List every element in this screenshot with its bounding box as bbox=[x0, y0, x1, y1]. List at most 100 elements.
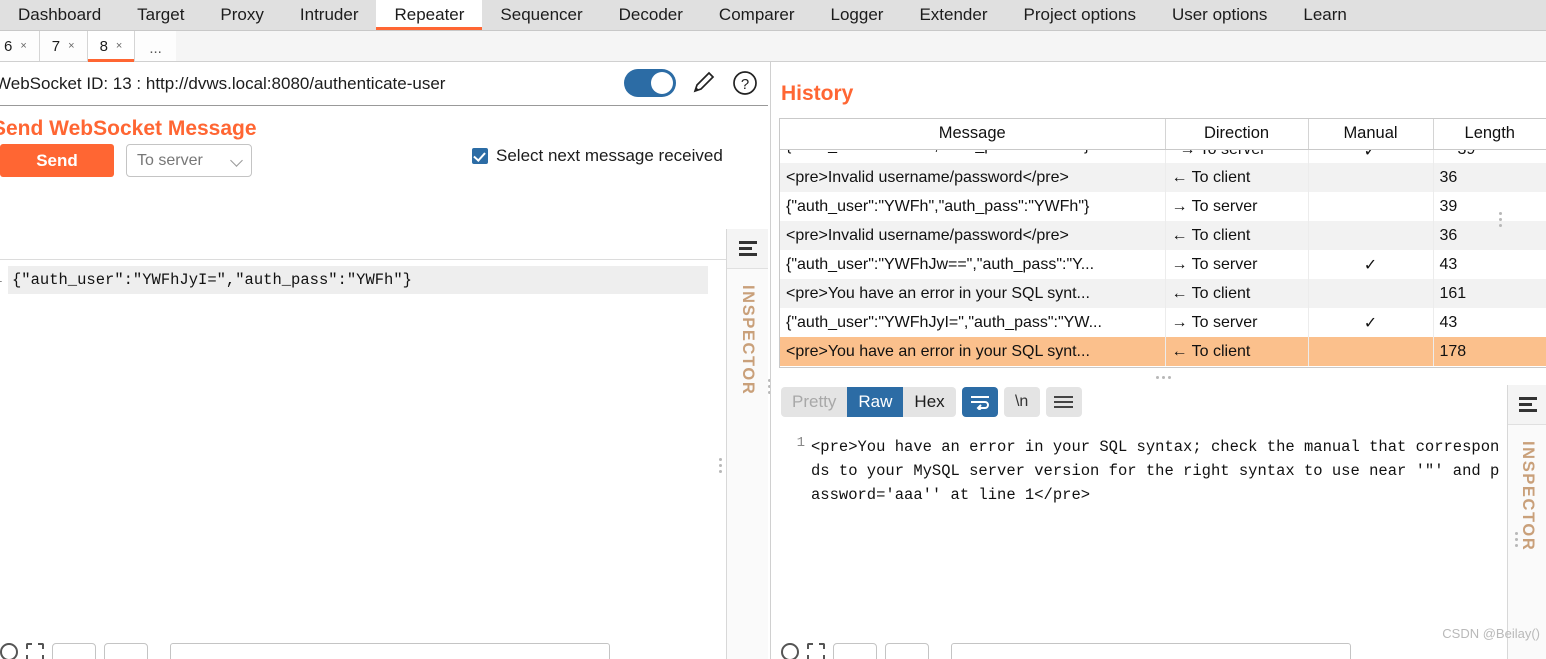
match-nav-box[interactable] bbox=[104, 643, 148, 659]
main-tab-label: Target bbox=[137, 5, 185, 24]
history-pane-grip[interactable] bbox=[1499, 212, 1502, 227]
main-tab-label: Proxy bbox=[220, 5, 264, 24]
repeater-tab-6[interactable]: 6 × bbox=[0, 31, 40, 61]
word-wrap-icon[interactable] bbox=[961, 387, 998, 417]
request-editor[interactable]: 1 {"auth_user":"YWFhJyI=","auth_pass":"Y… bbox=[0, 259, 726, 659]
row-length: 43 bbox=[1439, 313, 1458, 331]
hamburger-menu-icon[interactable] bbox=[1045, 387, 1082, 417]
response-pretty-button[interactable]: Pretty bbox=[781, 387, 847, 417]
row-length: 178 bbox=[1433, 337, 1546, 366]
history-table[interactable]: Message Direction Manual Length {"auth_u… bbox=[779, 118, 1546, 368]
pencil-icon[interactable] bbox=[688, 68, 718, 98]
row-manual bbox=[1308, 337, 1434, 366]
inspector-label: INSPECTOR bbox=[1519, 441, 1537, 552]
column-header-message[interactable]: Message bbox=[780, 119, 1166, 150]
select-next-message-checkbox-row[interactable]: Select next message received bbox=[472, 146, 723, 166]
response-inspector-strip[interactable]: INSPECTOR bbox=[1507, 385, 1546, 659]
response-pane-grip[interactable] bbox=[1515, 532, 1518, 547]
splitter-grip[interactable] bbox=[1155, 375, 1171, 379]
main-tab-dashboard[interactable]: Dashboard bbox=[0, 0, 119, 30]
response-line-number: 1 bbox=[796, 435, 805, 451]
direction-dropdown[interactable]: To server bbox=[126, 144, 252, 177]
row-length: 43 bbox=[1439, 255, 1458, 273]
match-count-box[interactable] bbox=[833, 643, 877, 659]
main-tab-decoder[interactable]: Decoder bbox=[601, 0, 701, 30]
response-body-text[interactable]: <pre>You have an error in your SQL synta… bbox=[811, 435, 1501, 507]
close-icon[interactable]: × bbox=[116, 40, 122, 52]
row-manual: ✓ bbox=[1308, 250, 1434, 279]
main-tab-comparer[interactable]: Comparer bbox=[701, 0, 813, 30]
response-editor[interactable]: 1 <pre>You have an error in your SQL syn… bbox=[779, 427, 1507, 657]
table-row[interactable]: {"auth_user":"YWFhJyI=","auth_pass":"YW.… bbox=[780, 308, 1546, 337]
inspector-toggle-icon[interactable] bbox=[727, 229, 768, 269]
row-direction: ← To client bbox=[1165, 221, 1309, 250]
send-button[interactable]: Send bbox=[0, 144, 114, 177]
column-header-length[interactable]: Length bbox=[1433, 119, 1546, 150]
close-icon[interactable]: × bbox=[20, 40, 26, 52]
row-direction: → To server bbox=[1165, 308, 1309, 337]
table-row[interactable]: <pre>Invalid username/password</pre> ← T… bbox=[780, 163, 1546, 192]
row-direction: ← To client bbox=[1165, 163, 1309, 192]
main-tab-target[interactable]: Target bbox=[119, 0, 202, 30]
main-tab-user-options[interactable]: User options bbox=[1154, 0, 1285, 30]
search-input[interactable] bbox=[951, 643, 1351, 659]
table-row[interactable]: <pre>Invalid username/password</pre> ← T… bbox=[780, 221, 1546, 250]
column-header-direction[interactable]: Direction bbox=[1165, 119, 1309, 150]
history-header-row: Message Direction Manual Length bbox=[780, 119, 1546, 150]
match-count-box[interactable] bbox=[52, 643, 96, 659]
response-raw-button[interactable]: Raw bbox=[847, 387, 904, 417]
request-body-text[interactable]: {"auth_user":"YWFhJyI=","auth_pass":"YWF… bbox=[8, 266, 708, 294]
main-tab-repeater[interactable]: Repeater bbox=[376, 0, 483, 30]
repeater-tab-7[interactable]: 7 × bbox=[39, 31, 88, 61]
table-row[interactable]: {"auth_user":"YWFh","auth_pass":"YWFh"} … bbox=[780, 192, 1546, 221]
search-icon[interactable] bbox=[781, 643, 799, 659]
main-tab-label: Decoder bbox=[618, 5, 683, 24]
search-input[interactable] bbox=[170, 643, 610, 659]
main-tab-sequencer[interactable]: Sequencer bbox=[482, 0, 600, 30]
main-tab-label: User options bbox=[1171, 5, 1268, 24]
history-response-splitter[interactable] bbox=[779, 370, 1546, 384]
inspector-toggle-icon[interactable] bbox=[1508, 385, 1546, 425]
main-tab-logger[interactable]: Logger bbox=[813, 0, 902, 30]
match-nav-box[interactable] bbox=[885, 643, 929, 659]
main-tab-project-options[interactable]: Project options bbox=[1006, 0, 1154, 30]
main-tab-intruder[interactable]: Intruder bbox=[282, 0, 377, 30]
table-row[interactable]: {"auth_user":"YWFh","auth_pass":"YWFh"} … bbox=[780, 149, 1546, 163]
request-editor-grip[interactable] bbox=[719, 458, 722, 473]
close-icon[interactable]: × bbox=[68, 40, 74, 52]
row-message: {"auth_user":"YWFh","auth_pass":"YWFh"} bbox=[780, 192, 1166, 221]
chevron-down-icon bbox=[230, 154, 243, 167]
intercept-toggle[interactable] bbox=[624, 69, 676, 97]
row-message: <pre>Invalid username/password</pre> bbox=[780, 163, 1166, 192]
question-mark-icon[interactable]: ? bbox=[730, 68, 760, 98]
websocket-request-pane: WebSocket ID: 13 : http://dvws.local:808… bbox=[0, 62, 771, 659]
row-direction: ← To client bbox=[1165, 279, 1309, 308]
main-tab-learn[interactable]: Learn bbox=[1285, 0, 1364, 30]
repeater-tab-overflow[interactable]: ... bbox=[135, 31, 176, 61]
main-tab-bar: Dashboard Target Proxy Intruder Repeater… bbox=[0, 0, 1546, 31]
main-tab-label: Extender bbox=[919, 5, 988, 24]
table-row[interactable]: <pre>You have an error in your SQL synt.… bbox=[780, 279, 1546, 308]
row-message: {"auth_user":"YWFhJw==","auth_pass":"Y..… bbox=[780, 250, 1166, 279]
row-message: <pre>You have an error in your SQL synt.… bbox=[780, 337, 1166, 366]
inspector-lines-icon bbox=[1518, 397, 1537, 412]
response-hex-button[interactable]: Hex bbox=[903, 387, 955, 417]
main-tab-extender[interactable]: Extender bbox=[901, 0, 1005, 30]
filter-icon[interactable] bbox=[26, 643, 44, 659]
repeater-tab-8[interactable]: 8 × bbox=[87, 31, 136, 62]
row-manual bbox=[1308, 279, 1434, 308]
select-next-message-checkbox[interactable] bbox=[472, 148, 488, 164]
burp-suite-window: Dashboard Target Proxy Intruder Repeater… bbox=[0, 0, 1546, 659]
send-websocket-message-title: Send WebSocket Message bbox=[0, 117, 257, 140]
table-row[interactable]: {"auth_user":"YWFhJw==","auth_pass":"Y..… bbox=[780, 250, 1546, 279]
table-row-selected[interactable]: <pre>You have an error in your SQL synt.… bbox=[780, 337, 1546, 366]
column-header-manual[interactable]: Manual bbox=[1308, 119, 1434, 150]
request-inspector-strip[interactable]: INSPECTOR bbox=[726, 229, 768, 659]
newline-toggle-button[interactable]: \n bbox=[1003, 387, 1040, 417]
search-icon[interactable] bbox=[0, 643, 18, 659]
filter-icon[interactable] bbox=[807, 643, 825, 659]
row-direction: → To server bbox=[1165, 250, 1309, 279]
repeater-tab-label: 6 bbox=[4, 37, 13, 55]
main-tab-proxy[interactable]: Proxy bbox=[202, 0, 281, 30]
row-length: 39 bbox=[1439, 197, 1458, 215]
